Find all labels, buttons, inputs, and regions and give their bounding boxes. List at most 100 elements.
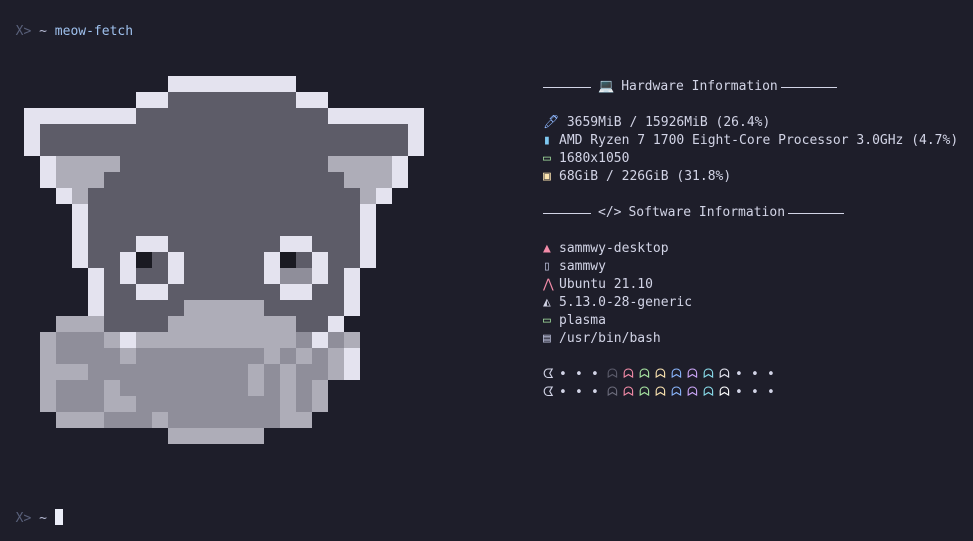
cat-pixel	[120, 252, 136, 268]
cat-pixel	[312, 284, 344, 300]
cat-pixel	[72, 220, 88, 236]
cat-pixel	[168, 92, 296, 108]
cat-pixel	[280, 348, 296, 364]
prompt-symbol: X>	[15, 24, 32, 39]
software-row: ▭ plasma	[543, 312, 968, 330]
ghost-icon: ᗣ	[719, 367, 730, 382]
linux-icon: ◭	[543, 295, 551, 310]
cat-pixel	[40, 124, 408, 140]
cat-pixel	[136, 284, 168, 300]
cat-pixel	[40, 332, 56, 348]
cat-pixel	[56, 348, 120, 364]
cat-pixel	[264, 268, 280, 284]
ghost-icon: ᗣ	[655, 367, 666, 382]
cat-pixel	[104, 380, 120, 396]
cat-pixel	[280, 284, 312, 300]
pellet-icon: •	[767, 367, 775, 382]
cat-pixel	[120, 268, 136, 284]
divider	[543, 212, 591, 214]
cat-pixel	[296, 92, 328, 108]
software-value: Ubuntu 21.10	[559, 277, 653, 292]
cat-pixel	[88, 204, 360, 220]
cat-pixel	[280, 412, 312, 428]
cat-pixel	[136, 92, 168, 108]
pellet-icon: •	[575, 385, 583, 400]
cat-pixel	[168, 428, 264, 444]
ghost-icon: ᗣ	[639, 385, 650, 400]
software-row: ▤ /usr/bin/bash	[543, 330, 968, 348]
cat-pixel	[184, 252, 264, 268]
cat-pixel	[168, 252, 184, 268]
cat-pixel	[56, 156, 120, 172]
cat-pixel	[344, 268, 360, 284]
pellet-icon: •	[559, 385, 567, 400]
display-icon: ▭	[543, 151, 551, 166]
hardware-row: ▣ 68GiB / 226GiB (31.8%)	[543, 168, 968, 186]
hardware-value: AMD Ryzen 7 1700 Eight-Core Processor 3.…	[559, 133, 959, 148]
cat-pixel	[104, 396, 120, 412]
active-prompt[interactable]: X> ~	[0, 491, 63, 526]
cat-pixel	[328, 108, 424, 124]
cat-pixel	[88, 220, 360, 236]
cat-pixel	[88, 252, 120, 268]
cat-pixel	[152, 396, 280, 412]
code-icon: </>	[598, 205, 622, 220]
cat-pixel	[72, 236, 88, 252]
ghost-icon: ᗣ	[703, 367, 714, 382]
cat-pixel	[40, 364, 56, 380]
ghost-icon: ᗣ	[687, 385, 698, 400]
cat-pixel	[40, 140, 408, 156]
cat-pixel	[40, 348, 56, 364]
cat-ascii-art	[24, 76, 424, 444]
ghost-icon: ᗣ	[607, 367, 618, 382]
cat-pixel	[40, 380, 56, 396]
cat-pixel	[296, 316, 328, 332]
cat-pixel	[360, 188, 376, 204]
cat-pixel	[24, 124, 40, 140]
cat-pixel	[72, 188, 88, 204]
cat-pixel	[56, 332, 104, 348]
cat-pixel	[248, 364, 264, 380]
cat-pixel	[344, 348, 360, 364]
cat-pixel	[88, 236, 136, 252]
cat-pixel	[328, 332, 344, 348]
cat-pixel	[392, 172, 408, 188]
pellet-icon: •	[751, 385, 759, 400]
laptop-icon: 💻	[598, 79, 615, 94]
cat-pixel	[88, 188, 360, 204]
cat-pixel	[312, 252, 328, 268]
cat-pixel	[136, 108, 328, 124]
hardware-row: ▮ AMD Ryzen 7 1700 Eight-Core Processor 3…	[543, 132, 968, 150]
cat-pixel	[328, 316, 344, 332]
ghost-icon: ᗣ	[655, 385, 666, 400]
cat-pixel	[56, 396, 104, 412]
cat-pixel	[392, 156, 408, 172]
software-row: ▯ sammwy	[543, 258, 968, 276]
cat-pixel	[296, 252, 312, 268]
cpu-icon: ▮	[543, 133, 551, 148]
cat-pixel	[104, 316, 168, 332]
ghost-icon: ᗣ	[607, 385, 618, 400]
terminal-cursor[interactable]	[54, 509, 63, 525]
cat-pixel	[104, 412, 152, 428]
ubuntu-icon: ⋀	[543, 277, 554, 292]
cat-pixel	[264, 380, 280, 396]
cat-pixel	[104, 332, 120, 348]
cat-pixel	[24, 140, 40, 156]
ghost-icon: ᗣ	[671, 367, 682, 382]
cat-pixel	[72, 252, 88, 268]
cat-pixel	[88, 268, 104, 284]
software-value: sammwy	[559, 259, 606, 274]
cat-pixel	[40, 172, 56, 188]
cat-pixel	[360, 252, 376, 268]
cat-pixel	[152, 252, 168, 268]
ghost-icon: ᗣ	[623, 385, 634, 400]
cat-pixel	[376, 188, 392, 204]
cat-pixel	[152, 332, 296, 348]
prompt-directory: ~	[39, 511, 47, 526]
cat-pixel	[280, 252, 296, 268]
user-icon: ▯	[543, 259, 551, 274]
cat-pixel	[248, 380, 264, 396]
cat-pixel	[344, 284, 360, 300]
cat-pixel	[120, 364, 248, 380]
